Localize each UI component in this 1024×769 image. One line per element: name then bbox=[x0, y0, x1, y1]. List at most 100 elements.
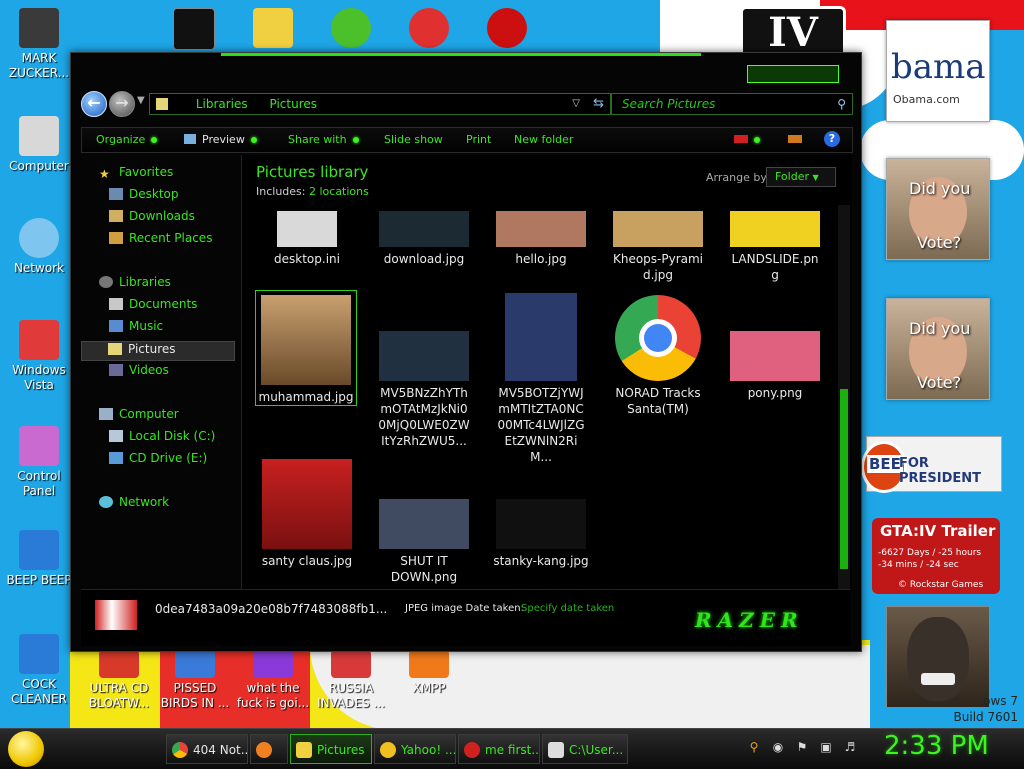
desktop-icon-mark-zucker[interactable]: MARK ZUCKER... bbox=[0, 8, 78, 81]
obama-logo-text: bama bbox=[891, 47, 986, 87]
file-item[interactable]: santy claus.jpg bbox=[252, 459, 362, 569]
picture-gadget[interactable] bbox=[886, 606, 990, 708]
breadcrumb-libraries[interactable]: Libraries bbox=[196, 97, 248, 111]
start-button[interactable] bbox=[8, 731, 44, 767]
sidebar-libraries[interactable]: Libraries bbox=[99, 275, 171, 293]
file-item[interactable]: SHUT IT DOWN.png bbox=[369, 499, 479, 585]
sidebar-desktop[interactable]: Desktop bbox=[109, 187, 179, 205]
file-name: Kheops-Pyramid.jpg bbox=[612, 252, 704, 282]
desktop-icon-computer[interactable]: Computer bbox=[0, 116, 78, 174]
taskbar-item-dev[interactable]: me first... bbox=[458, 734, 540, 764]
firefox-icon bbox=[256, 742, 272, 758]
taskbar-item-yahoo[interactable]: Yahoo! ... bbox=[374, 734, 456, 764]
selected-file-type: JPEG image Date taken: bbox=[405, 603, 524, 614]
share-with-button[interactable]: Share with bbox=[288, 128, 359, 152]
sidebar-music[interactable]: Music bbox=[109, 319, 163, 337]
action-center-icon[interactable]: ⚑ bbox=[794, 739, 810, 755]
desktop-icon-recycle-bin[interactable]: Windows Vista bbox=[0, 320, 78, 393]
desktop-icon-network[interactable]: Network bbox=[0, 218, 78, 276]
taskbar-item-chrome[interactable]: 404 Not... bbox=[166, 734, 248, 764]
recent-pages-icon[interactable]: ▼ bbox=[137, 95, 145, 106]
file-item[interactable]: hello.jpg bbox=[486, 211, 596, 267]
desktop-icon-folder[interactable] bbox=[234, 8, 312, 51]
sidebar-computer[interactable]: Computer bbox=[99, 407, 179, 425]
print-button[interactable]: Print bbox=[466, 128, 491, 152]
desktop-icon-p[interactable] bbox=[390, 8, 468, 51]
desktop-icon-beep-beep[interactable]: BEEP BEEP bbox=[0, 530, 78, 588]
recycle-bin-icon bbox=[19, 320, 59, 360]
desktop-icon-xmpp[interactable]: XMPP bbox=[390, 650, 468, 696]
sidebar-local-disk[interactable]: Local Disk (C:) bbox=[109, 429, 215, 447]
search-input[interactable]: Search Pictures ⚲ bbox=[611, 93, 853, 115]
desktop-icon-ultra-cd[interactable]: ULTRA CD BLOATW... bbox=[80, 650, 158, 711]
sidebar-network[interactable]: Network bbox=[99, 495, 169, 513]
taskbar-item-firefox[interactable] bbox=[250, 734, 288, 764]
file-item[interactable]: Kheops-Pyramid.jpg bbox=[603, 211, 713, 283]
breadcrumb-pictures[interactable]: Pictures bbox=[269, 97, 317, 111]
sidebar-pictures[interactable]: Pictures bbox=[81, 341, 235, 361]
file-item[interactable]: pony.png bbox=[720, 331, 830, 401]
chevron-down-icon: ▼ bbox=[812, 173, 819, 182]
forward-button[interactable]: → bbox=[109, 91, 135, 117]
obama-gadget[interactable]: bama Obama.com bbox=[886, 20, 990, 122]
change-view-button[interactable] bbox=[734, 128, 760, 152]
desktop-icon-russia[interactable]: RUSSIA INVADES ... bbox=[312, 650, 390, 711]
arrange-by-dropdown[interactable]: Folder ▼ bbox=[766, 167, 836, 187]
refresh-icon[interactable]: ⇆ bbox=[593, 94, 604, 114]
file-item[interactable]: stanky-kang.jpg bbox=[486, 499, 596, 569]
file-item[interactable]: download.jpg bbox=[369, 211, 479, 267]
sidebar-videos[interactable]: Videos bbox=[109, 363, 169, 381]
bee-for-president-gadget[interactable]: BEE FOR PRESIDENT bbox=[861, 436, 1002, 493]
locations-link[interactable]: 2 locations bbox=[309, 185, 369, 198]
file-icon bbox=[19, 530, 59, 570]
date-taken-field[interactable]: Specify date taken bbox=[521, 603, 614, 614]
music-icon bbox=[109, 320, 123, 332]
preview-pane-button[interactable] bbox=[788, 128, 802, 152]
desktop-icon-devcpp[interactable] bbox=[468, 8, 546, 51]
desktop-icon-pissed-birds[interactable]: PISSED BIRDS IN ... bbox=[156, 650, 234, 711]
back-button[interactable]: ← bbox=[81, 91, 107, 117]
taskbar-item-pictures[interactable]: Pictures bbox=[290, 734, 372, 764]
taskbar-item-7zip[interactable]: C:\User... bbox=[542, 734, 628, 764]
file-item-selected[interactable]: muhammad.jpg bbox=[255, 290, 357, 406]
gta-trailer-gadget[interactable]: GTA:IV Trailer -6627 Days / -25 hours -3… bbox=[872, 518, 1000, 594]
copyright: © Rockstar Games bbox=[898, 580, 984, 590]
file-item[interactable]: desktop.ini bbox=[252, 211, 362, 267]
sidebar-recent-places[interactable]: Recent Places bbox=[109, 231, 212, 249]
file-item[interactable]: LANDSLIDE.png bbox=[720, 211, 830, 283]
address-bar[interactable]: Libraries Pictures ▽ ⇆ bbox=[149, 93, 611, 115]
file-item[interactable]: MV5BOTZjYWJmMTItZTA0NC00MTc4LWJlZGEtZWNl… bbox=[486, 293, 596, 465]
file-item[interactable]: NORAD Tracks Santa(TM) bbox=[603, 295, 713, 417]
file-item[interactable]: MV5BNzZhYThmOTAtMzJkNi00MjQ0LWE0ZWItYzRh… bbox=[369, 331, 479, 449]
computer-icon bbox=[19, 116, 59, 156]
speaker-icon[interactable]: ♬ bbox=[842, 739, 858, 755]
clock[interactable]: 2:33 PM bbox=[884, 731, 989, 761]
desktop-icon-what[interactable]: what the fuck is goi... bbox=[234, 650, 312, 711]
sidebar-downloads[interactable]: Downloads bbox=[109, 209, 195, 227]
volume-control-icon[interactable]: ◉ bbox=[770, 739, 786, 755]
pane-icon bbox=[788, 135, 802, 143]
preview-button[interactable]: Preview bbox=[184, 128, 257, 152]
scrollbar-thumb[interactable] bbox=[840, 389, 848, 569]
vertical-scrollbar[interactable] bbox=[838, 205, 850, 589]
desktop-icon-cmd[interactable] bbox=[155, 8, 233, 53]
vote-gadget[interactable]: Did you Vote? bbox=[886, 158, 990, 260]
user-icon bbox=[19, 8, 59, 48]
organize-button[interactable]: Organize bbox=[96, 128, 158, 152]
help-icon[interactable]: ? bbox=[824, 131, 840, 147]
desktop-icon-pig[interactable] bbox=[312, 8, 390, 51]
chevron-down-icon[interactable]: ▽ bbox=[572, 94, 580, 114]
search-icon[interactable]: ⚲ bbox=[746, 739, 762, 755]
sidebar-cd-drive[interactable]: CD Drive (E:) bbox=[109, 451, 207, 469]
new-folder-button[interactable]: New folder bbox=[514, 128, 573, 152]
sidebar-favorites[interactable]: ★ Favorites bbox=[99, 165, 173, 183]
sidebar-documents[interactable]: Documents bbox=[109, 297, 197, 315]
network-tray-icon[interactable]: ▣ bbox=[818, 739, 834, 755]
window-controls[interactable] bbox=[747, 65, 839, 83]
slide-show-button[interactable]: Slide show bbox=[384, 128, 443, 152]
search-icon[interactable]: ⚲ bbox=[837, 94, 846, 114]
file-thumbnail bbox=[505, 293, 577, 381]
desktop-icon-control-panel[interactable]: Control Panel bbox=[0, 426, 78, 499]
vote-gadget[interactable]: Did you Vote? bbox=[886, 298, 990, 400]
desktop-icon-cock-cleaner[interactable]: COCK CLEANER bbox=[0, 634, 78, 707]
